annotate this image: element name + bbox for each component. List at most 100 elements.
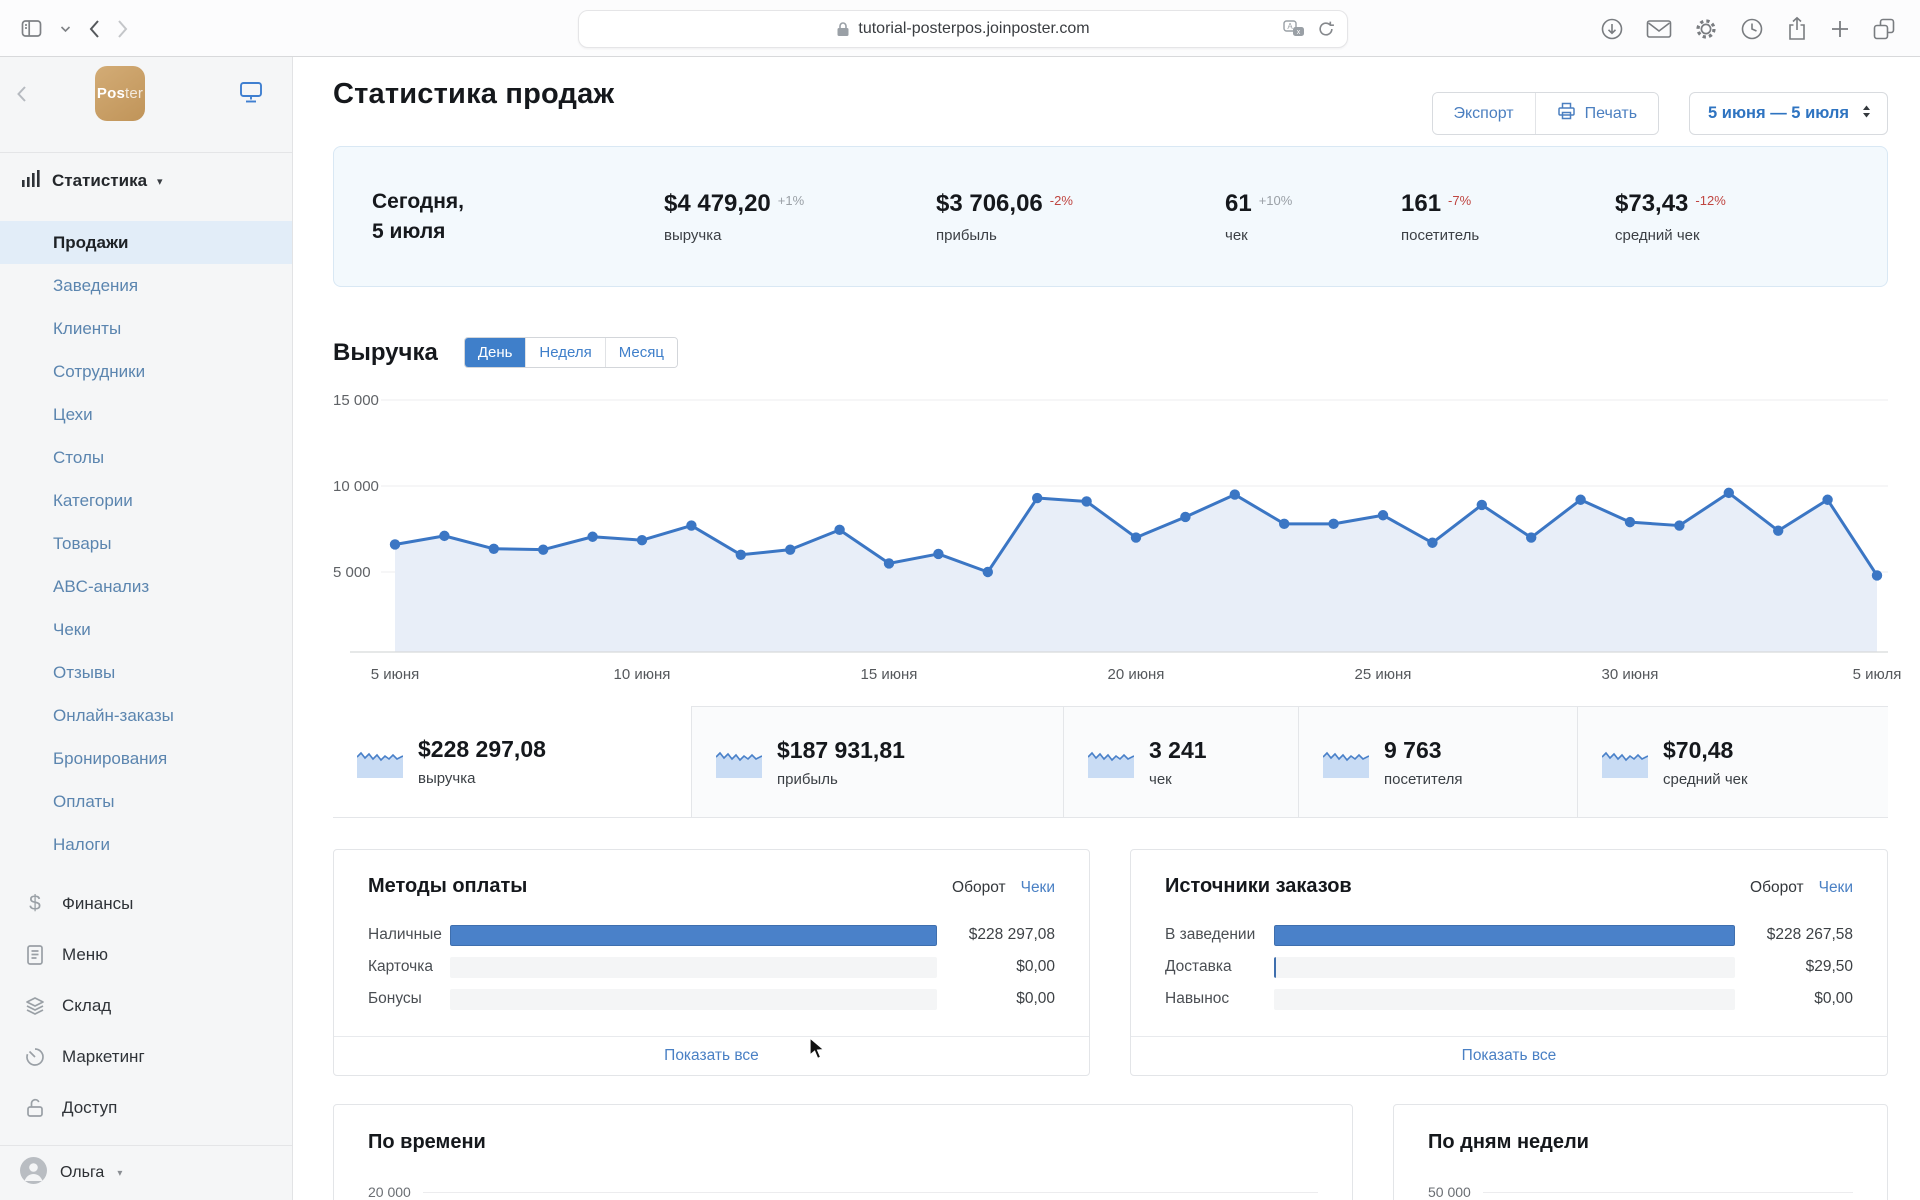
sidebar-item[interactable]: Налоги <box>0 823 292 866</box>
sidebar-item[interactable]: Товары <box>0 522 292 565</box>
toggle-turnover[interactable]: Оборот <box>952 879 1006 897</box>
sidebar-header: Poster <box>0 57 292 153</box>
main-content: Статистика продаж Экспорт Печать 5 июня … <box>293 57 1920 1200</box>
sidebar-item[interactable]: Бронирования <box>0 737 292 780</box>
metric-cell-средний чек[interactable]: $70,48средний чек <box>1577 706 1888 817</box>
sparkline-thumbnail <box>716 746 762 778</box>
reload-icon[interactable] <box>1317 20 1335 38</box>
bar-value: $29,50 <box>1749 958 1853 976</box>
sidebar-item[interactable]: Продажи <box>0 221 292 264</box>
sidebar-item[interactable]: Сотрудники <box>0 350 292 393</box>
translate-icon[interactable]: Ax <box>1283 20 1305 39</box>
metric-cell-прибыль[interactable]: $187 931,81прибыль <box>691 706 1063 817</box>
new-tab-icon[interactable] <box>1830 19 1850 39</box>
bar-row-Бонусы: Бонусы$0,00 <box>368 983 1055 1015</box>
svg-text:10 июня: 10 июня <box>614 666 671 683</box>
sidebar-item[interactable]: Цехи <box>0 393 292 436</box>
toggle-receipts[interactable]: Чеки <box>1819 879 1853 897</box>
address-bar[interactable]: tutorial-posterpos.joinposter.com Ax <box>578 10 1348 48</box>
metric-cell-чек[interactable]: 3 241чек <box>1063 706 1298 817</box>
delta-badge: -7% <box>1448 193 1471 208</box>
forward-icon[interactable] <box>117 19 129 39</box>
downloads-icon[interactable] <box>1600 17 1624 41</box>
metric-cell-выручка[interactable]: $228 297,08выручка <box>333 706 691 817</box>
sidebar-section-statistics[interactable]: Статистика ▾ <box>0 153 292 209</box>
revenue-title: Выручка <box>333 339 438 367</box>
sidebar-item[interactable]: Онлайн-заказы <box>0 694 292 737</box>
today-label: Сегодня,5 июля <box>372 187 664 246</box>
collapse-sidebar-icon[interactable] <box>16 85 27 108</box>
sidebar-nav: ПродажиЗаведенияКлиентыСотрудникиЦехиСто… <box>0 221 292 866</box>
sidebar-section-stack[interactable]: Склад <box>0 980 292 1031</box>
bar-row-В заведении: В заведении$228 267,58 <box>1165 919 1853 951</box>
section-label: Меню <box>62 945 108 965</box>
mail-icon[interactable] <box>1646 19 1672 39</box>
updown-arrows-icon <box>1860 104 1873 124</box>
sidebar-section-lock-open[interactable]: Доступ <box>0 1082 292 1133</box>
user-menu[interactable]: Ольга ▾ <box>0 1145 292 1200</box>
svg-text:15 000: 15 000 <box>333 392 379 409</box>
sidebar: Poster Статистика ▾ ПродажиЗаведенияКлие… <box>0 57 293 1200</box>
logo-text-light: ter <box>125 85 143 102</box>
pos-terminal-icon[interactable] <box>238 80 264 109</box>
sidebar-toggle-icon[interactable] <box>20 17 43 40</box>
panel-title: Источники заказов <box>1165 875 1352 898</box>
sidebar-item[interactable]: Отзывы <box>0 651 292 694</box>
sidebar-item[interactable]: Клиенты <box>0 307 292 350</box>
document-icon <box>22 944 48 966</box>
metric-cell-посетителя[interactable]: 9 763посетителя <box>1298 706 1577 817</box>
date-range-label: 5 июня — 5 июля <box>1708 104 1849 123</box>
svg-text:5 июля: 5 июля <box>1853 666 1902 683</box>
delta-badge: +1% <box>778 193 804 208</box>
show-all-link[interactable]: Показать все <box>334 1036 1089 1075</box>
poster-logo[interactable]: Poster <box>95 66 145 121</box>
sidebar-item[interactable]: Столы <box>0 436 292 479</box>
date-range-selector[interactable]: 5 июня — 5 июля <box>1689 92 1888 135</box>
bar-fill <box>1274 925 1735 946</box>
print-button[interactable]: Печать <box>1535 93 1658 134</box>
sidebar-item[interactable]: Заведения <box>0 264 292 307</box>
sidebar-item[interactable]: Категории <box>0 479 292 522</box>
gridline <box>423 1192 1318 1193</box>
tab-День[interactable]: День <box>465 338 526 367</box>
show-all-link[interactable]: Показать все <box>1131 1036 1887 1075</box>
section-label: Финансы <box>62 894 133 914</box>
sidebar-statistics-label: Статистика <box>52 171 147 191</box>
by-time-panel: По времени 20 000 <box>333 1104 1353 1200</box>
by-weekday-title: По дням недели <box>1428 1131 1853 1154</box>
tabs-icon[interactable] <box>1872 17 1896 41</box>
sidebar-item[interactable]: Оплаты <box>0 780 292 823</box>
bar-track <box>1274 989 1735 1010</box>
lock-icon <box>836 21 850 37</box>
svg-text:10 000: 10 000 <box>333 478 379 495</box>
bar-track <box>450 989 937 1010</box>
svg-text:A: A <box>1287 22 1293 31</box>
sidebar-item[interactable]: ABC-анализ <box>0 565 292 608</box>
sidebar-section-marketing[interactable]: Маркетинг <box>0 1031 292 1082</box>
bar-track <box>450 925 937 946</box>
svg-text:5 000: 5 000 <box>333 564 371 581</box>
chevron-down-icon[interactable] <box>60 25 71 33</box>
stack-icon <box>22 995 48 1017</box>
y-tick-label: 20 000 <box>368 1184 411 1200</box>
settings-icon[interactable] <box>1694 17 1718 41</box>
delta-badge: +10% <box>1259 193 1293 208</box>
tab-Месяц[interactable]: Месяц <box>605 338 677 367</box>
back-icon[interactable] <box>88 19 100 39</box>
toggle-turnover[interactable]: Оборот <box>1750 879 1804 897</box>
today-stat: $4 479,20+1%выручка <box>664 190 936 244</box>
delta-badge: -12% <box>1695 193 1725 208</box>
logo-text-bold: Pos <box>97 85 125 102</box>
export-print-group: Экспорт Печать <box>1432 92 1660 135</box>
share-icon[interactable] <box>1786 16 1808 41</box>
history-icon[interactable] <box>1740 17 1764 41</box>
sidebar-section-dollar[interactable]: $Финансы <box>0 878 292 929</box>
lock-open-icon <box>22 1097 48 1119</box>
export-button[interactable]: Экспорт <box>1433 93 1535 134</box>
print-label: Печать <box>1585 105 1637 123</box>
payment-methods-panel: Методы оплатыОборотЧекиНаличные$228 297,… <box>333 849 1090 1076</box>
tab-Неделя[interactable]: Неделя <box>525 338 604 367</box>
sidebar-item[interactable]: Чеки <box>0 608 292 651</box>
sidebar-section-document[interactable]: Меню <box>0 929 292 980</box>
toggle-receipts[interactable]: Чеки <box>1021 879 1055 897</box>
